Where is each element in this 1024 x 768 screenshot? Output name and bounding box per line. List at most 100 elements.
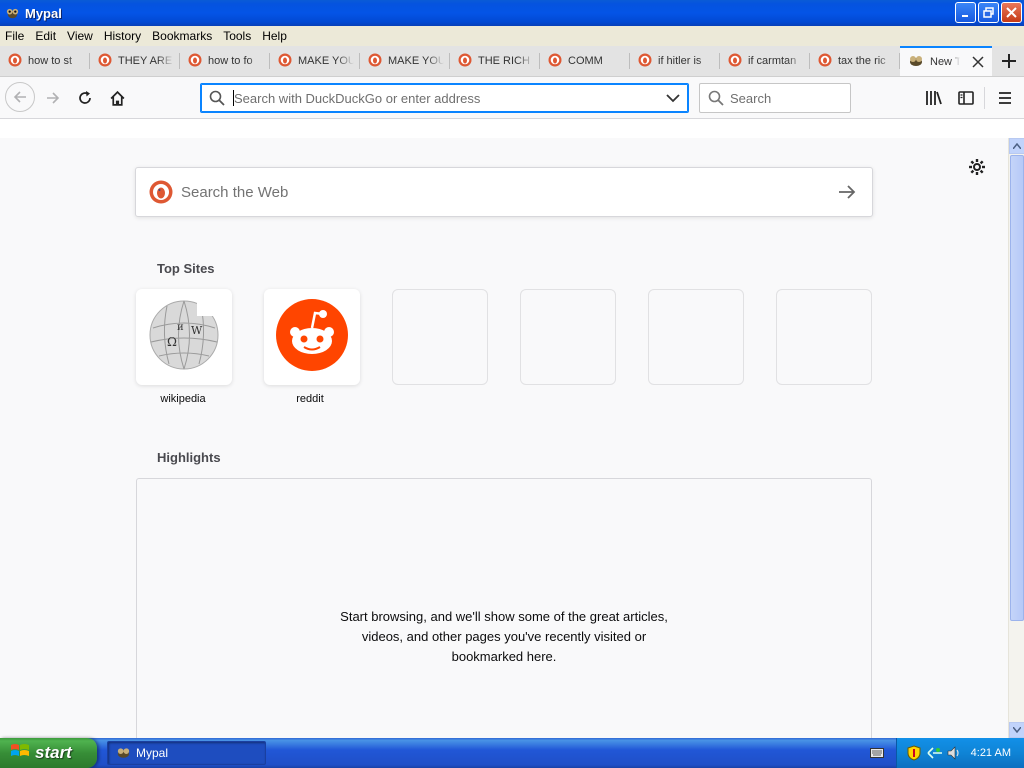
top-site-empty-slot <box>392 289 488 385</box>
scroll-up-button[interactable] <box>1009 138 1024 154</box>
svg-text:Ω: Ω <box>167 335 177 349</box>
tab[interactable]: COMM <box>540 46 630 76</box>
start-button[interactable]: start <box>0 738 97 768</box>
new-tab-button[interactable] <box>994 46 1024 76</box>
scrollbar-thumb[interactable] <box>1010 155 1024 621</box>
system-tray: 4:21 AM <box>896 738 1024 768</box>
close-tab-button[interactable] <box>972 56 984 68</box>
top-site-tile-wikipedia[interactable]: Ω W и <box>136 289 232 385</box>
search-bar[interactable]: Search <box>699 83 851 113</box>
duckduckgo-icon <box>188 53 202 70</box>
search-icon <box>708 90 724 106</box>
library-button[interactable] <box>920 84 948 112</box>
start-label: start <box>35 743 72 762</box>
reload-icon <box>79 91 91 104</box>
reddit-icon <box>275 298 349 376</box>
tab-label: New T <box>930 56 960 68</box>
duckduckgo-icon <box>818 53 832 70</box>
top-site-empty-slot <box>776 289 872 385</box>
tab-label: THE RICH <box>478 55 530 67</box>
scroll-down-button[interactable] <box>1009 722 1024 738</box>
duckduckgo-icon <box>458 53 472 70</box>
window-title: Mypal <box>25 5 62 21</box>
top-site-label: wikipedia <box>160 393 206 405</box>
tab-label: how to fo <box>208 55 253 67</box>
menu-view[interactable]: View <box>62 29 99 43</box>
highlights-message-line: videos, and other pages you've recently … <box>361 629 647 644</box>
highlights-message-line: bookmarked here. <box>451 649 557 664</box>
vertical-scrollbar[interactable] <box>1008 138 1024 738</box>
new-tab-page: Search the Web Top Sites Ω W и wikipedia <box>0 138 1008 748</box>
back-button[interactable] <box>5 82 35 112</box>
tab[interactable]: MAKE YOU <box>360 46 450 76</box>
plus-icon <box>1002 54 1016 68</box>
highlights-message-line: Start browsing, and we'll show some of t… <box>340 609 668 624</box>
menu-bookmarks[interactable]: Bookmarks <box>147 29 218 43</box>
hamburger-icon <box>999 92 1011 104</box>
menu-file[interactable]: File <box>0 29 30 43</box>
tab-label: if hitler is <box>658 55 702 67</box>
reload-button[interactable] <box>71 84 99 112</box>
duckduckgo-icon <box>8 53 22 70</box>
address-bar[interactable]: Search with DuckDuckGo or enter address <box>200 83 689 113</box>
chevron-up-icon <box>1013 143 1021 149</box>
minimize-button[interactable] <box>955 2 976 23</box>
web-search-box[interactable]: Search the Web <box>135 167 873 217</box>
windows-logo-icon <box>10 742 30 764</box>
menu-help[interactable]: Help <box>257 29 293 43</box>
sidebar-button[interactable] <box>952 84 980 112</box>
tab[interactable]: tax the ric <box>810 46 900 76</box>
duckduckgo-icon <box>368 53 382 70</box>
menu-tools[interactable]: Tools <box>218 29 257 43</box>
minimize-icon <box>961 14 968 17</box>
tab[interactable]: THE RICH <box>450 46 540 76</box>
tab[interactable]: if carmtan <box>720 46 810 76</box>
tab-label: tax the ric <box>838 55 886 67</box>
menu-edit[interactable]: Edit <box>30 29 62 43</box>
tab-label: MAKE YOU <box>298 55 354 67</box>
sidebar-icon <box>958 91 974 105</box>
tab[interactable]: THEY ARE <box>90 46 180 76</box>
duckduckgo-icon <box>98 53 112 70</box>
top-sites-heading: Top Sites <box>157 261 215 276</box>
tab[interactable]: if hitler is <box>630 46 720 76</box>
close-window-button[interactable] <box>1001 2 1022 23</box>
keyboard-icon[interactable] <box>870 747 884 759</box>
wikipedia-icon: Ω W и <box>147 298 221 376</box>
home-icon <box>110 90 124 106</box>
mypal-icon <box>116 746 131 760</box>
tab-active[interactable]: New T <box>900 46 992 76</box>
toolbar-divider <box>984 87 985 109</box>
taskbar-item-label: Mypal <box>136 746 169 760</box>
duckduckgo-icon <box>728 53 742 70</box>
highlights-message: Start browsing, and we'll show some of t… <box>137 607 871 667</box>
tab[interactable]: MAKE YOU <box>270 46 360 76</box>
chevron-down-icon <box>1013 727 1021 733</box>
restore-button[interactable] <box>978 2 999 23</box>
taskbar-clock[interactable]: 4:21 AM <box>971 747 1011 759</box>
taskbar-item-mypal[interactable]: Mypal <box>107 741 266 765</box>
menu-history[interactable]: History <box>99 29 147 43</box>
menu-button[interactable] <box>991 84 1019 112</box>
tab-label: how to st <box>28 55 73 67</box>
taskbar: start Mypal 4:21 AM <box>0 738 1024 768</box>
close-icon <box>1006 7 1017 18</box>
settings-gear-icon[interactable] <box>968 158 986 176</box>
top-site-label: reddit <box>296 393 324 405</box>
svg-text:и: и <box>177 322 184 333</box>
volume-icon[interactable] <box>947 746 961 760</box>
tab[interactable]: how to fo <box>180 46 270 76</box>
network-icon[interactable] <box>927 746 943 760</box>
arrow-right-icon[interactable] <box>838 184 856 200</box>
forward-button[interactable] <box>39 84 67 112</box>
home-button[interactable] <box>103 84 131 112</box>
mypal-icon <box>4 5 20 21</box>
tab[interactable]: how to st <box>0 46 90 76</box>
top-site-tile-reddit[interactable] <box>264 289 360 385</box>
chevron-down-icon[interactable] <box>666 93 680 103</box>
security-shield-icon[interactable] <box>907 745 921 761</box>
tab-label: COMM <box>568 55 603 67</box>
duckduckgo-icon <box>278 53 292 70</box>
duckduckgo-icon <box>548 53 562 70</box>
top-site-empty-slot <box>520 289 616 385</box>
